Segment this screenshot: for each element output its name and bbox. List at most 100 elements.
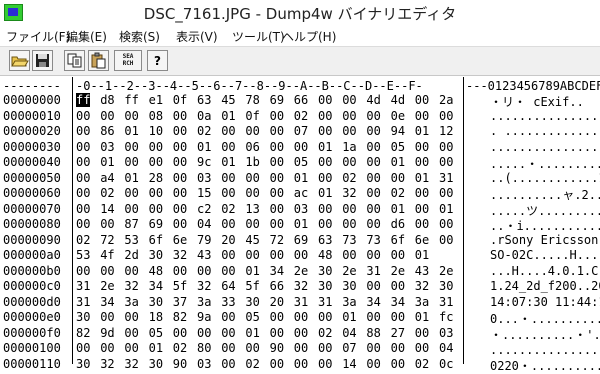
hex-byte[interactable]: 00	[221, 248, 235, 262]
hex-byte[interactable]: 9c	[197, 155, 211, 169]
hex-byte[interactable]: 00	[318, 93, 332, 107]
hex-byte[interactable]: 00	[149, 202, 163, 216]
hex-byte[interactable]: 00	[270, 217, 284, 231]
hex-byte[interactable]: 02	[391, 186, 405, 200]
hex-byte[interactable]: 01	[391, 202, 405, 216]
hex-byte[interactable]: 01	[245, 264, 259, 278]
hex-byte[interactable]: 00	[439, 109, 453, 123]
hex-byte[interactable]: 00	[439, 217, 453, 231]
hex-byte[interactable]: fc	[439, 310, 453, 324]
hex-byte[interactable]: 00	[318, 202, 332, 216]
row-ascii[interactable]: .....・..........	[490, 155, 600, 172]
row-ascii[interactable]: .rSony Ericsson.	[490, 233, 600, 247]
hex-byte[interactable]: 00	[197, 326, 211, 340]
hex-byte[interactable]: 00	[342, 124, 356, 138]
hex-byte[interactable]: 2e	[391, 264, 405, 278]
hex-byte[interactable]: 1a	[342, 140, 356, 154]
hex-byte[interactable]: 00	[415, 109, 429, 123]
hex-byte[interactable]: 00	[391, 310, 405, 324]
hex-byte[interactable]: 66	[270, 279, 284, 293]
hex-byte[interactable]: 00	[366, 279, 380, 293]
hex-byte[interactable]: 00	[100, 264, 114, 278]
hex-byte[interactable]: 02	[318, 326, 332, 340]
hex-byte[interactable]: 00	[294, 326, 308, 340]
hex-byte[interactable]: 03	[439, 326, 453, 340]
hex-byte[interactable]: 78	[245, 93, 259, 107]
hex-byte[interactable]: 02	[294, 109, 308, 123]
hex-byte[interactable]: 00	[221, 124, 235, 138]
hex-byte[interactable]: 12	[439, 124, 453, 138]
hex-byte[interactable]: 66	[294, 93, 308, 107]
hex-byte[interactable]: 00	[76, 109, 90, 123]
hex-byte[interactable]: 00	[173, 124, 187, 138]
hex-byte[interactable]: 31	[76, 295, 90, 309]
hex-byte[interactable]: 43	[415, 264, 429, 278]
hex-byte[interactable]: 2e	[294, 264, 308, 278]
hex-byte[interactable]: 00	[245, 124, 259, 138]
hex-byte[interactable]: 00	[173, 171, 187, 185]
hex-byte[interactable]: 30	[76, 310, 90, 324]
hex-byte[interactable]: 01	[124, 171, 138, 185]
row-ascii[interactable]: ................	[490, 109, 600, 123]
hex-byte[interactable]: 00	[149, 155, 163, 169]
hex-byte[interactable]: 00	[173, 155, 187, 169]
hex-byte[interactable]: 6f	[391, 233, 405, 247]
row-ascii[interactable]: . ...............	[490, 124, 600, 138]
menu-view[interactable]: 表示(V)	[176, 28, 218, 45]
hex-byte[interactable]: 30	[149, 295, 163, 309]
hex-byte[interactable]: 00	[221, 171, 235, 185]
hex-byte[interactable]: 0a	[197, 109, 211, 123]
hex-byte[interactable]: 69	[149, 217, 163, 231]
hex-byte[interactable]: 00	[245, 248, 259, 262]
hex-byte[interactable]: 2e	[100, 279, 114, 293]
hex-byte[interactable]: 00	[124, 109, 138, 123]
hex-byte[interactable]: 05	[391, 140, 405, 154]
hex-byte[interactable]: 00	[366, 171, 380, 185]
hex-byte[interactable]: 00	[100, 341, 114, 355]
hex-byte[interactable]: 08	[149, 109, 163, 123]
hex-byte[interactable]: 53	[124, 233, 138, 247]
hex-byte[interactable]: 00	[366, 140, 380, 154]
hex-byte[interactable]: 01	[439, 202, 453, 216]
hex-byte[interactable]: 00	[124, 341, 138, 355]
hex-byte[interactable]: 00	[76, 124, 90, 138]
hex-byte[interactable]: 00	[415, 341, 429, 355]
hex-byte[interactable]: 01	[221, 155, 235, 169]
hex-byte[interactable]: 00	[221, 186, 235, 200]
row-ascii[interactable]: ................	[490, 140, 600, 154]
hex-byte[interactable]: 05	[149, 326, 163, 340]
hex-byte[interactable]: 3a	[197, 295, 211, 309]
hex-byte[interactable]: 2e	[439, 264, 453, 278]
hex-byte[interactable]: 00	[342, 109, 356, 123]
hex-byte[interactable]: 5f	[245, 279, 259, 293]
hex-byte[interactable]: 00	[76, 171, 90, 185]
hex-byte[interactable]: 64	[221, 279, 235, 293]
hex-byte[interactable]: 01	[221, 109, 235, 123]
hex-byte[interactable]: 00	[415, 140, 429, 154]
hex-byte[interactable]: c2	[197, 202, 211, 216]
hex-byte[interactable]: 00	[76, 264, 90, 278]
hex-byte[interactable]: 00	[270, 310, 284, 324]
hex-byte[interactable]: 00	[270, 202, 284, 216]
hex-byte[interactable]: 82	[76, 326, 90, 340]
hex-byte[interactable]: 00	[439, 233, 453, 247]
paste-button[interactable]	[88, 50, 109, 71]
hex-byte[interactable]: 32	[173, 248, 187, 262]
hex-byte[interactable]: 1b	[245, 155, 259, 169]
hex-byte[interactable]: 00	[221, 326, 235, 340]
hex-byte[interactable]: 01	[294, 171, 308, 185]
hex-byte[interactable]: 00	[415, 217, 429, 231]
hex-byte[interactable]: 94	[391, 124, 405, 138]
hex-byte[interactable]: 00	[391, 171, 405, 185]
hex-byte[interactable]: 6f	[149, 233, 163, 247]
hex-byte[interactable]: 00	[342, 248, 356, 262]
search-button[interactable]: SEA RCH	[114, 50, 142, 71]
hex-byte[interactable]: 00	[342, 202, 356, 216]
hex-byte[interactable]: 00	[270, 109, 284, 123]
hex-byte[interactable]: 45	[245, 233, 259, 247]
hex-byte[interactable]: 28	[149, 171, 163, 185]
hex-byte[interactable]: 34	[149, 279, 163, 293]
hex-byte[interactable]: 32	[415, 279, 429, 293]
hex-byte[interactable]: 00	[270, 155, 284, 169]
hex-byte[interactable]: 3a	[415, 295, 429, 309]
